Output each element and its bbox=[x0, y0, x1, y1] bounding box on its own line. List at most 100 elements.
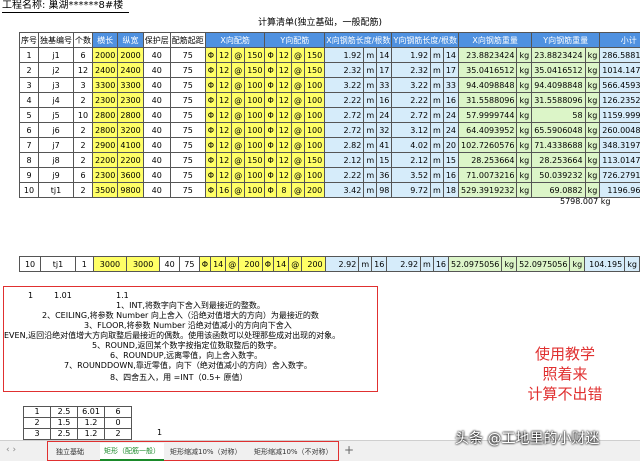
cell-xl[interactable]: 2.32 bbox=[325, 63, 364, 78]
small-table-cell[interactable]: 2 bbox=[105, 429, 132, 440]
cell-wid[interactable]: 2300 bbox=[118, 93, 143, 108]
cell-count[interactable]: 3 bbox=[74, 78, 93, 93]
cell-x_s[interactable]: 200 bbox=[239, 257, 262, 272]
cell-count[interactable]: 2 bbox=[74, 138, 93, 153]
cell-sub[interactable]: 1196.96 bbox=[600, 183, 640, 198]
cell-y_s[interactable]: 100 bbox=[304, 78, 324, 93]
cell-wid[interactable]: 3200 bbox=[118, 123, 143, 138]
cell-ywu[interactable]: kg bbox=[585, 138, 600, 153]
cell-x_d[interactable]: 12 bbox=[217, 123, 232, 138]
cell-id[interactable]: j9 bbox=[39, 168, 74, 183]
cell-yw[interactable]: 69.0882 bbox=[532, 183, 585, 198]
cell-yu[interactable]: m bbox=[431, 123, 444, 138]
cell-xn[interactable]: 15 bbox=[377, 153, 392, 168]
cell-x_at[interactable]: @ bbox=[232, 123, 245, 138]
cell-yu[interactable]: m bbox=[431, 108, 444, 123]
small-table-cell[interactable]: 2 bbox=[24, 418, 51, 429]
cell-yn[interactable]: 14 bbox=[443, 48, 458, 63]
cell-x_s[interactable]: 150 bbox=[245, 63, 265, 78]
cell-ywu[interactable]: kg bbox=[585, 63, 600, 78]
cell-no[interactable]: 2 bbox=[20, 63, 39, 78]
cell-cover[interactable]: 40 bbox=[143, 168, 170, 183]
cell-len[interactable]: 2900 bbox=[93, 138, 118, 153]
cell-y_at[interactable]: @ bbox=[291, 123, 304, 138]
cell-cover[interactable]: 40 bbox=[143, 123, 170, 138]
cell-y_phi[interactable]: Φ bbox=[265, 123, 276, 138]
small-table-cell[interactable]: 3 bbox=[24, 429, 51, 440]
cell-y_at[interactable]: @ bbox=[289, 257, 302, 272]
cell-y_s[interactable]: 150 bbox=[304, 63, 324, 78]
cell-x_phi[interactable]: Φ bbox=[205, 138, 216, 153]
cell-wid[interactable]: 2400 bbox=[118, 63, 143, 78]
cell-ywu[interactable]: kg bbox=[585, 183, 600, 198]
cell-yu[interactable]: m bbox=[431, 93, 444, 108]
cell-y_phi[interactable]: Φ bbox=[265, 108, 276, 123]
cell-y_d[interactable]: 12 bbox=[276, 78, 291, 93]
cell-xu[interactable]: m bbox=[364, 168, 377, 183]
cell-x_d[interactable]: 14 bbox=[211, 257, 226, 272]
cell-count[interactable]: 2 bbox=[74, 183, 93, 198]
cell-xu[interactable]: m bbox=[359, 257, 372, 272]
cell-yl[interactable]: 1.92 bbox=[392, 48, 431, 63]
tab-rect-reduce-symmetric[interactable]: 矩形缩减10%（对称） bbox=[170, 447, 242, 457]
cell-x_at[interactable]: @ bbox=[232, 138, 245, 153]
cell-cover[interactable]: 40 bbox=[143, 108, 170, 123]
cell-y_s[interactable]: 150 bbox=[304, 48, 324, 63]
cell-yl[interactable]: 3.52 bbox=[392, 168, 431, 183]
cell-y_phi[interactable]: Φ bbox=[265, 138, 276, 153]
cell-x_phi[interactable]: Φ bbox=[205, 108, 216, 123]
cell-xl[interactable]: 3.42 bbox=[325, 183, 364, 198]
cell-xw[interactable]: 71.0073216 bbox=[459, 168, 517, 183]
cell-yw[interactable]: 65.5906048 bbox=[532, 123, 585, 138]
cell-y_s[interactable]: 150 bbox=[304, 153, 324, 168]
cell-x_phi[interactable]: Φ bbox=[205, 153, 216, 168]
cell-x_at[interactable]: @ bbox=[232, 183, 245, 198]
cell-start[interactable]: 75 bbox=[170, 63, 205, 78]
cell-x_d[interactable]: 12 bbox=[217, 138, 232, 153]
cell-xwu[interactable]: kg bbox=[517, 108, 532, 123]
cell-yl[interactable]: 4.02 bbox=[392, 138, 431, 153]
cell-xl[interactable]: 2.72 bbox=[325, 123, 364, 138]
cell-id[interactable]: j2 bbox=[39, 63, 74, 78]
cell-x_s[interactable]: 100 bbox=[245, 78, 265, 93]
cell-yu[interactable]: m bbox=[431, 153, 444, 168]
cell-y_phi[interactable]: Φ bbox=[265, 168, 276, 183]
cell-yu[interactable]: m bbox=[431, 183, 444, 198]
cell-x_d[interactable]: 16 bbox=[217, 183, 232, 198]
cell-len[interactable]: 2400 bbox=[93, 63, 118, 78]
cell-wid[interactable]: 3600 bbox=[118, 168, 143, 183]
cell-yn[interactable]: 24 bbox=[443, 123, 458, 138]
cell-x_phi[interactable]: Φ bbox=[205, 168, 216, 183]
cell-len[interactable]: 2300 bbox=[93, 93, 118, 108]
cell-sub[interactable]: 126.2352 bbox=[600, 93, 640, 108]
small-table-cell[interactable]: 2.5 bbox=[51, 407, 78, 418]
cell-sub[interactable]: 260.0048 bbox=[600, 123, 640, 138]
cell-ywu[interactable]: kg bbox=[585, 108, 600, 123]
cell-no[interactable]: 1 bbox=[20, 48, 39, 63]
cell-y_phi[interactable]: Φ bbox=[262, 257, 273, 272]
cell-xu[interactable]: m bbox=[364, 108, 377, 123]
cell-wid[interactable]: 2000 bbox=[118, 48, 143, 63]
cell-sub[interactable]: 286.5881 bbox=[600, 48, 640, 63]
cell-id[interactable]: j5 bbox=[39, 108, 74, 123]
cell-sub[interactable]: 726.2791 bbox=[600, 168, 640, 183]
cell-no[interactable]: 7 bbox=[20, 138, 39, 153]
cell-x_d[interactable]: 12 bbox=[217, 63, 232, 78]
cell-x_d[interactable]: 12 bbox=[217, 78, 232, 93]
tab-rect-general[interactable]: 矩形（配筋一般） bbox=[100, 443, 164, 461]
cell-xl[interactable]: 2.12 bbox=[325, 153, 364, 168]
cell-wid[interactable]: 3300 bbox=[118, 78, 143, 93]
cell-y_at[interactable]: @ bbox=[291, 168, 304, 183]
cell-yu[interactable]: m bbox=[431, 63, 444, 78]
cell-ywu[interactable]: kg bbox=[585, 78, 600, 93]
cell-xn[interactable]: 17 bbox=[377, 63, 392, 78]
cell-xw[interactable]: 529.3919232 bbox=[459, 183, 517, 198]
cell-yl[interactable]: 2.32 bbox=[392, 63, 431, 78]
cell-start[interactable]: 75 bbox=[180, 257, 200, 272]
cell-y_at[interactable]: @ bbox=[291, 138, 304, 153]
cell-start[interactable]: 75 bbox=[170, 108, 205, 123]
cell-xu[interactable]: m bbox=[364, 138, 377, 153]
cell-yw[interactable]: 28.253664 bbox=[532, 153, 585, 168]
cell-xw[interactable]: 94.4098848 bbox=[459, 78, 517, 93]
cell-x_phi[interactable]: Φ bbox=[205, 93, 216, 108]
